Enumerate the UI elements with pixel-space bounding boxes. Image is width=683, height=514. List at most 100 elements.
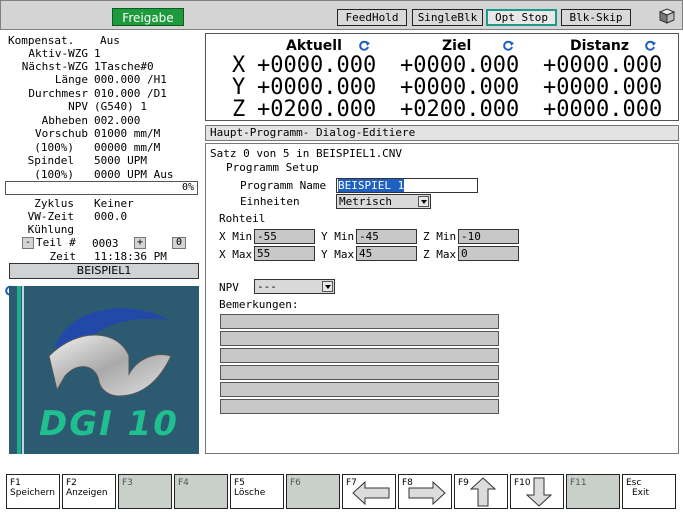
status-row-aktiv-wzg: Aktiv-WZG 1 bbox=[28, 47, 101, 60]
status-row-abheben: Abheben 002.000 bbox=[41, 114, 141, 127]
freigabe-button[interactable]: Freigabe bbox=[112, 8, 184, 26]
logo-text: DGI 10 bbox=[39, 404, 179, 444]
f10-down-button[interactable]: F10 bbox=[510, 474, 564, 509]
y-ziel: +0000.000 bbox=[400, 75, 520, 100]
arrow-left-icon bbox=[352, 480, 390, 506]
programm-name-input[interactable]: BEISPIEL 1 bbox=[336, 178, 478, 193]
zmin-label: Z Min bbox=[423, 230, 457, 243]
f4-button[interactable]: F4 bbox=[174, 474, 228, 509]
einheiten-label: Einheiten bbox=[240, 195, 300, 208]
status-row-durchmesser: Durchmesr 010.000 /D1 bbox=[28, 87, 167, 100]
refresh-distanz-icon[interactable] bbox=[644, 40, 656, 52]
opt-stop-button[interactable]: Opt Stop bbox=[486, 9, 557, 26]
satz-info: Satz 0 von 5 in BEISPIEL1.CNV bbox=[210, 147, 403, 160]
teil-label: Teil # bbox=[36, 236, 76, 249]
y-axis-label: Y bbox=[232, 75, 246, 100]
f6-button[interactable]: F6 bbox=[286, 474, 340, 509]
status-row-zeit: Zeit 11:18:36 PM bbox=[49, 250, 167, 263]
status-row-laenge: Länge 000.000 /H1 bbox=[54, 73, 167, 86]
einheiten-select[interactable]: Metrisch bbox=[336, 194, 431, 209]
status-row-vw-zeit: VW-Zeit 000.0 bbox=[27, 210, 128, 223]
arrow-up-icon bbox=[469, 477, 497, 507]
xmax-label: X Max bbox=[219, 248, 253, 261]
singleblk-button[interactable]: SingleBlk bbox=[412, 9, 483, 26]
status-row-kuehlung: Kühlung bbox=[27, 223, 74, 236]
x-aktuell: +0000.000 bbox=[257, 53, 377, 78]
remark-input-2[interactable] bbox=[220, 331, 499, 346]
status-row-naechst-wzg: Nächst-WZG 1Tasche#0 bbox=[21, 60, 154, 73]
bemerkungen-label: Bemerkungen: bbox=[219, 298, 299, 311]
y-aktuell: +0000.000 bbox=[257, 75, 377, 100]
rohteil-heading: Rohteil bbox=[219, 212, 266, 225]
arrow-right-icon bbox=[408, 480, 446, 506]
z-aktuell: +0200.000 bbox=[257, 97, 377, 122]
einheiten-value: Metrisch bbox=[339, 195, 392, 208]
dro-header-ziel: Ziel bbox=[442, 38, 472, 54]
status-row-npv: NPV (G540) 1 bbox=[68, 100, 147, 113]
remark-input-4[interactable] bbox=[220, 365, 499, 380]
refresh-aktuell-icon[interactable] bbox=[358, 40, 370, 52]
z-ziel: +0200.000 bbox=[400, 97, 520, 122]
dro-header-aktuell: Aktuell bbox=[286, 38, 342, 54]
ymax-input[interactable]: 45 bbox=[356, 246, 417, 261]
progress-percent: 0% bbox=[181, 182, 194, 193]
dgi-logo: DGI 10 bbox=[9, 286, 199, 454]
blk-skip-button[interactable]: Blk-Skip bbox=[561, 9, 631, 26]
x-distanz: +0000.000 bbox=[543, 53, 663, 78]
feedhold-button[interactable]: FeedHold bbox=[337, 9, 407, 26]
x-axis-label: X bbox=[232, 53, 246, 78]
ymin-input[interactable]: -45 bbox=[356, 229, 417, 244]
teil-count: 0 bbox=[172, 237, 186, 249]
teil-increment-button[interactable]: + bbox=[134, 237, 146, 249]
zmax-input[interactable]: 0 bbox=[458, 246, 519, 261]
xmin-label: X Min bbox=[219, 230, 253, 243]
program-progress-bar: 0% bbox=[5, 181, 198, 195]
chevron-down-icon[interactable] bbox=[322, 281, 333, 292]
remark-input-3[interactable] bbox=[220, 348, 499, 363]
x-ziel: +0000.000 bbox=[400, 53, 520, 78]
dro-header-distanz: Distanz bbox=[570, 38, 630, 54]
function-key-bar: F1 Speichern F2 Anzeigen F3 F4 F5 Lösche F6… bbox=[0, 470, 683, 514]
f8-right-button[interactable]: F8 bbox=[398, 474, 452, 509]
position-display: Aktuell Ziel Distanz X +0000.000 +0000.0… bbox=[205, 33, 679, 121]
ymax-label: Y Max bbox=[321, 248, 355, 261]
z-distanz: +0000.000 bbox=[543, 97, 663, 122]
npv-label: NPV bbox=[219, 281, 239, 294]
f5-loesche-button[interactable]: F5 Lösche bbox=[230, 474, 284, 509]
dialog-editor: Satz 0 von 5 in BEISPIEL1.CNV Programm S… bbox=[205, 143, 679, 454]
programm-name-label: Programm Name bbox=[240, 179, 327, 192]
app-cube-icon[interactable] bbox=[656, 7, 676, 25]
remark-input-5[interactable] bbox=[220, 382, 499, 397]
remark-input-1[interactable] bbox=[220, 314, 499, 329]
teil-decrement-button[interactable]: - bbox=[22, 237, 34, 249]
status-row-spindel: Spindel 5000 UPM bbox=[27, 154, 147, 167]
status-row-kompensat: Kompensat. Aus bbox=[8, 34, 120, 47]
programm-name-value: BEISPIEL 1 bbox=[338, 179, 405, 192]
y-distanz: +0000.000 bbox=[543, 75, 663, 100]
xmin-input[interactable]: -55 bbox=[254, 229, 315, 244]
xmax-input[interactable]: 55 bbox=[254, 246, 315, 261]
status-row-vorschub: Vorschub 01000 mm/M bbox=[35, 127, 161, 140]
zmax-label: Z Max bbox=[423, 248, 457, 261]
f7-left-button[interactable]: F7 bbox=[342, 474, 396, 509]
f3-button[interactable]: F3 bbox=[118, 474, 172, 509]
chevron-down-icon[interactable] bbox=[418, 196, 429, 207]
status-row-vorschub-override: (100%) 00000 mm/M bbox=[34, 141, 161, 154]
f11-button[interactable]: F11 bbox=[566, 474, 620, 509]
z-axis-label: Z bbox=[232, 97, 246, 122]
npv-select[interactable]: --- bbox=[254, 279, 335, 294]
program-name-display: BEISPIEL1 bbox=[9, 263, 199, 279]
ymin-label: Y Min bbox=[321, 230, 355, 243]
refresh-ziel-icon[interactable] bbox=[502, 40, 514, 52]
zmin-input[interactable]: -10 bbox=[458, 229, 519, 244]
f2-anzeigen-button[interactable]: F2 Anzeigen bbox=[62, 474, 116, 509]
arrow-down-icon bbox=[525, 477, 553, 507]
programm-setup-heading: Programm Setup bbox=[226, 161, 319, 174]
remark-input-6[interactable] bbox=[220, 399, 499, 414]
npv-value: --- bbox=[257, 280, 277, 293]
f1-speichern-button[interactable]: F1 Speichern bbox=[6, 474, 60, 509]
status-row-zyklus: Zyklus Keiner bbox=[34, 197, 134, 210]
status-row-spindel-override: (100%) 0000 UPM Aus bbox=[34, 168, 174, 181]
f9-up-button[interactable]: F9 bbox=[454, 474, 508, 509]
esc-exit-button[interactable]: Esc Exit bbox=[622, 474, 676, 509]
